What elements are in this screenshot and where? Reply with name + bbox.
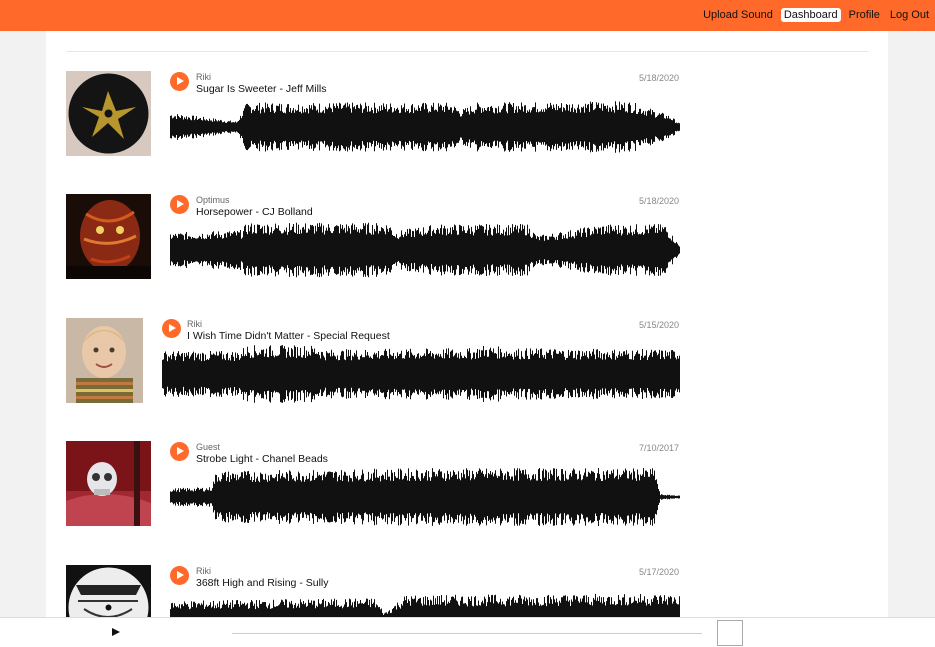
player-artwork-thumbnail: [717, 620, 743, 646]
track-title[interactable]: 368ft High and Rising - Sully: [196, 577, 329, 589]
track-date: 7/10/2017: [638, 443, 679, 453]
track-artwork[interactable]: [66, 441, 151, 526]
nav-upload-sound[interactable]: Upload Sound: [701, 8, 775, 22]
track-artist[interactable]: Guest: [196, 442, 220, 452]
track-title[interactable]: I Wish Time Didn't Matter - Special Requ…: [187, 330, 390, 342]
nav-log-out[interactable]: Log Out: [888, 8, 931, 22]
track-item: Riki Sugar Is Sweeter - Jeff Mills 5/18/…: [46, 71, 888, 181]
waveform-path: [170, 593, 680, 617]
player-progress-bar[interactable]: [232, 633, 702, 634]
track-title[interactable]: Strobe Light - Chanel Beads: [196, 453, 328, 465]
track-item: Guest Strobe Light - Chanel Beads 7/10/2…: [46, 441, 888, 551]
track-play-button[interactable]: [170, 195, 189, 214]
track-item: Riki I Wish Time Didn't Matter - Special…: [46, 318, 888, 428]
track-item: Riki 368ft High and Rising - Sully 5/17/…: [46, 565, 888, 617]
waveform-path: [170, 468, 680, 526]
nav-profile[interactable]: Profile: [847, 8, 882, 22]
track-play-button[interactable]: [170, 442, 189, 461]
nav-links: Upload Sound Dashboard Profile Log Out: [701, 8, 931, 22]
track-waveform[interactable]: [170, 97, 680, 157]
track-artwork[interactable]: [66, 565, 151, 617]
track-item: Optimus Horsepower - CJ Bolland 5/18/202…: [46, 194, 888, 304]
track-title[interactable]: Sugar Is Sweeter - Jeff Mills: [196, 83, 327, 95]
track-play-button[interactable]: [170, 72, 189, 91]
nav-dashboard[interactable]: Dashboard: [780, 8, 841, 22]
track-play-button[interactable]: [162, 319, 181, 338]
track-artwork[interactable]: [66, 71, 151, 156]
track-waveform[interactable]: [170, 467, 680, 527]
track-waveform[interactable]: [170, 591, 680, 617]
track-artwork[interactable]: [66, 318, 143, 403]
track-artist[interactable]: Optimus: [196, 195, 230, 205]
track-artist[interactable]: Riki: [196, 566, 211, 576]
bottom-player-bar: [0, 617, 935, 647]
track-date: 5/18/2020: [638, 73, 679, 83]
top-nav-bar: Upload Sound Dashboard Profile Log Out: [0, 0, 935, 31]
track-waveform[interactable]: [162, 344, 680, 404]
track-title[interactable]: Horsepower - CJ Bolland: [196, 206, 313, 218]
play-icon[interactable]: [112, 628, 120, 636]
track-artwork[interactable]: [66, 194, 151, 279]
track-date: 5/15/2020: [638, 320, 679, 330]
track-artist[interactable]: Riki: [187, 319, 202, 329]
feed-divider: [66, 51, 868, 52]
track-waveform[interactable]: [170, 220, 680, 280]
waveform-path: [170, 101, 680, 153]
track-date: 5/18/2020: [638, 196, 679, 206]
track-date: 5/17/2020: [638, 567, 679, 577]
feed-panel: Riki Sugar Is Sweeter - Jeff Mills 5/18/…: [46, 31, 888, 617]
waveform-path: [162, 345, 680, 403]
waveform-path: [170, 222, 680, 278]
track-play-button[interactable]: [170, 566, 189, 585]
track-artist[interactable]: Riki: [196, 72, 211, 82]
